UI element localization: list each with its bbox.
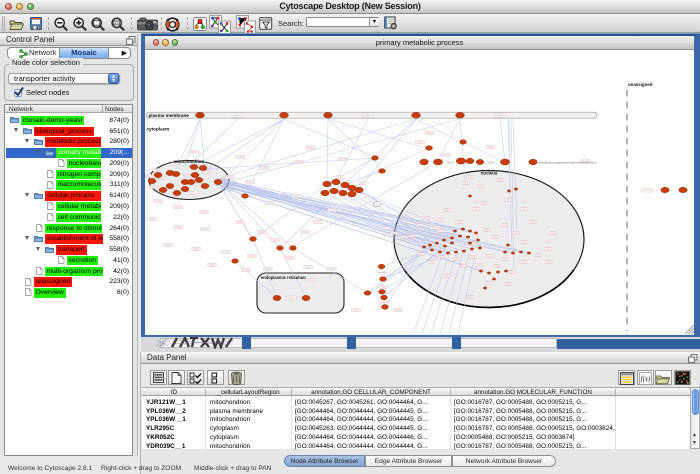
svg-text:Yhr-b: Yhr-b [446, 161, 454, 165]
svg-text:f(x): f(x) [641, 374, 651, 382]
svg-text:nucleus: nucleus [481, 171, 498, 176]
svg-text:Gt-b: Gt-b [488, 161, 494, 165]
svg-text:plasma membrane: plasma membrane [149, 113, 190, 118]
svg-text:cytoplasm: cytoplasm [147, 127, 170, 132]
svg-text:endoplasmic reticulum: endoplasmic reticulum [261, 275, 306, 280]
svg-text:1:1: 1:1 [114, 21, 119, 25]
svg-text:prefoldin/co-chaperonin/defens: prefoldin/co-chaperonin/defense/virulenc… [538, 161, 597, 165]
svg-text:unassigned: unassigned [628, 82, 653, 87]
svg-text:mitochondrion: mitochondrion [174, 159, 205, 164]
